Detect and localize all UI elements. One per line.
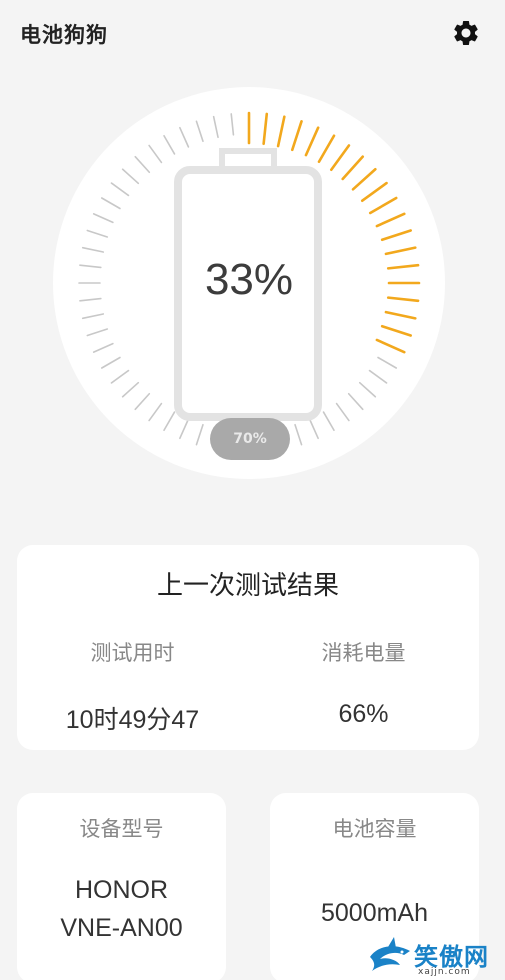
battery-capacity-label: 电池容量 xyxy=(332,817,417,841)
gauge-tick-active xyxy=(384,310,417,320)
settings-button[interactable] xyxy=(451,18,481,48)
consumed-charge-label: 消耗电量 xyxy=(321,641,406,665)
app-header: 电池狗狗 xyxy=(0,0,505,66)
gauge-tick-active xyxy=(351,167,377,191)
gauge-tick-active xyxy=(380,229,412,242)
gauge-tick xyxy=(121,168,140,185)
device-model-code: VNE-AN00 xyxy=(60,914,183,942)
watermark-url: xajjn.com xyxy=(418,967,471,977)
device-model-card: 设备型号 HONOR VNE-AN00 xyxy=(17,793,226,980)
gauge-tick-active xyxy=(375,212,406,228)
gauge-tick-active xyxy=(262,112,269,146)
gauge-tick-active xyxy=(317,134,336,164)
gauge-tick xyxy=(358,381,377,398)
last-test-result-card: 上一次测试结果 测试用时 消耗电量 10时49分47 66% xyxy=(17,545,479,750)
battery-dial: 33% 70% xyxy=(53,87,445,479)
gauge-tick xyxy=(148,144,163,164)
gauge-tick xyxy=(179,418,190,440)
gauge-tick-active xyxy=(360,181,388,203)
gauge-tick xyxy=(212,115,219,139)
gauge-tick xyxy=(86,328,109,337)
gauge-tick xyxy=(134,155,151,174)
gauge-tick-active xyxy=(368,196,398,215)
gauge-tick-active xyxy=(329,144,351,172)
gauge-tick xyxy=(81,313,105,320)
gauge-tick xyxy=(81,246,105,253)
gauge-tick xyxy=(163,134,176,155)
app-screen: 电池狗狗 33% 70% 上一次测试结果 测试用时 消耗电量 10时49分47 … xyxy=(0,0,505,980)
gauge-tick xyxy=(195,423,204,446)
gauge-tick xyxy=(110,369,130,384)
gauge-tick xyxy=(335,402,350,422)
gauge-tick xyxy=(92,342,114,353)
gauge-tick-active xyxy=(375,338,406,354)
gauge-tick xyxy=(100,197,121,210)
gauge-tick xyxy=(195,120,204,143)
gauge-tick-active xyxy=(380,324,412,337)
gauge-tick xyxy=(100,356,121,369)
gauge-tick xyxy=(368,369,388,384)
charge-target-pill[interactable]: 70% xyxy=(210,418,290,460)
gauge-tick xyxy=(179,126,190,148)
gauge-tick xyxy=(134,392,151,411)
gauge-tick xyxy=(377,356,398,369)
battery-capacity-value: 5000mAh xyxy=(320,899,429,927)
gauge-tick xyxy=(148,402,163,422)
gear-icon xyxy=(454,21,478,45)
gauge-tick xyxy=(322,411,335,432)
gauge-tick-active xyxy=(304,126,320,157)
gauge-tick xyxy=(92,213,114,224)
gauge-tick xyxy=(121,381,140,398)
gauge-tick xyxy=(110,182,130,197)
test-duration-label: 测试用时 xyxy=(90,641,175,665)
app-title: 电池狗狗 xyxy=(20,23,108,47)
test-duration-value: 10时49分47 xyxy=(65,706,200,734)
battery-percent: 33% xyxy=(204,255,294,304)
device-model-brand: HONOR xyxy=(74,876,169,904)
gauge-tick xyxy=(347,392,364,411)
device-model-label: 设备型号 xyxy=(79,817,164,841)
shark-logo xyxy=(370,937,410,971)
gauge-tick-active xyxy=(341,155,365,181)
result-title: 上一次测试结果 xyxy=(156,571,339,601)
watermark: 笑傲网 xajjn.com xyxy=(366,935,505,980)
gauge-tick-active xyxy=(290,120,303,152)
gauge-tick xyxy=(86,229,109,238)
gauge-tick-active xyxy=(384,246,417,256)
gauge-tick xyxy=(163,411,176,432)
gauge-tick xyxy=(294,423,303,446)
gauge-tick xyxy=(230,113,235,136)
gauge-tick-active xyxy=(276,115,286,148)
gauge-tick xyxy=(308,418,319,440)
consumed-charge-value: 66% xyxy=(338,700,389,728)
